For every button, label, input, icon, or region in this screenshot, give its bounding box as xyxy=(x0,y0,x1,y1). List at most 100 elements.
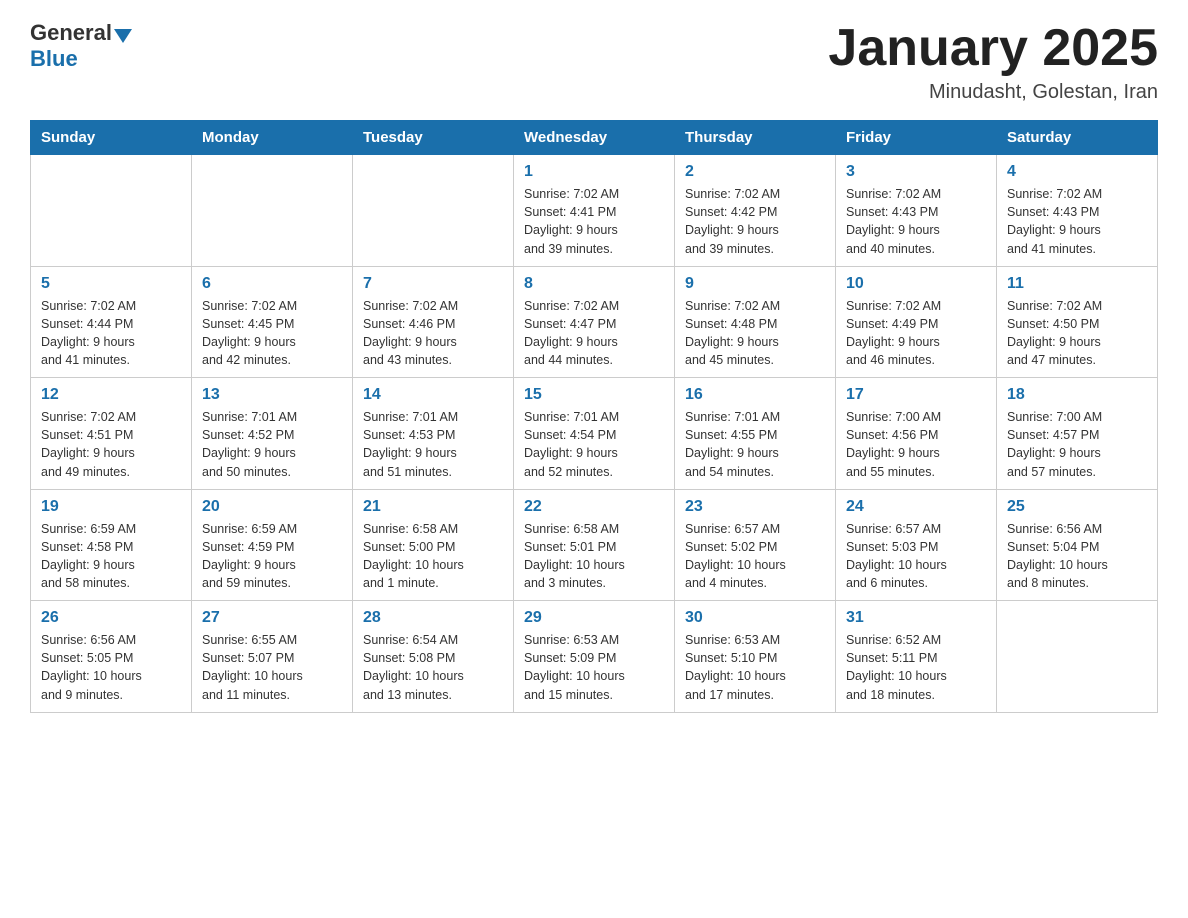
day-info: Sunrise: 7:02 AMSunset: 4:44 PMDaylight:… xyxy=(41,297,181,370)
day-info: Sunrise: 7:02 AMSunset: 4:41 PMDaylight:… xyxy=(524,185,664,258)
calendar-cell: 31 Sunrise: 6:52 AMSunset: 5:11 PMDayligh… xyxy=(836,601,997,713)
day-info: Sunrise: 7:02 AMSunset: 4:46 PMDaylight:… xyxy=(363,297,503,370)
day-info: Sunrise: 6:52 AMSunset: 5:11 PMDaylight:… xyxy=(846,631,986,704)
calendar-cell xyxy=(997,601,1158,713)
day-number: 8 xyxy=(524,275,664,293)
day-number: 21 xyxy=(363,498,503,516)
day-info: Sunrise: 6:59 AMSunset: 4:58 PMDaylight:… xyxy=(41,520,181,593)
calendar-cell: 3Sunrise: 7:02 AMSunset: 4:43 PMDaylight… xyxy=(836,155,997,267)
day-number: 29 xyxy=(524,609,664,627)
calendar-cell: 12Sunrise: 7:02 AMSunset: 4:51 PMDayligh… xyxy=(31,378,192,490)
calendar-cell: 11 Sunrise: 7:02 AMSunset: 4:50 PMDayligh… xyxy=(997,266,1158,378)
day-info: Sunrise: 7:00 AMSunset: 4:57 PMDaylight:… xyxy=(1007,408,1147,481)
day-info: Sunrise: 7:01 AMSunset: 4:54 PMDaylight:… xyxy=(524,408,664,481)
calendar-cell: 16Sunrise: 7:01 AMSunset: 4:55 PMDayligh… xyxy=(675,378,836,490)
logo-arrow-icon xyxy=(114,29,132,43)
calendar-cell: 2 Sunrise: 7:02 AMSunset: 4:42 PMDaylight… xyxy=(675,155,836,267)
calendar-cell: 10 Sunrise: 7:02 AMSunset: 4:49 PMDayligh… xyxy=(836,266,997,378)
calendar-cell xyxy=(192,155,353,267)
month-title: January 2025 xyxy=(828,20,1158,77)
day-info: Sunrise: 6:56 AMSunset: 5:04 PMDaylight:… xyxy=(1007,520,1147,593)
calendar-cell: 27Sunrise: 6:55 AMSunset: 5:07 PMDayligh… xyxy=(192,601,353,713)
calendar-cell: 17 Sunrise: 7:00 AMSunset: 4:56 PMDayligh… xyxy=(836,378,997,490)
day-info: Sunrise: 6:53 AMSunset: 5:09 PMDaylight:… xyxy=(524,631,664,704)
day-number: 25 xyxy=(1007,498,1147,516)
day-number: 16 xyxy=(685,386,825,404)
day-number: 11 xyxy=(1007,275,1147,293)
calendar-cell: 7 Sunrise: 7:02 AMSunset: 4:46 PMDaylight… xyxy=(353,266,514,378)
day-number: 17 xyxy=(846,386,986,404)
day-number: 5 xyxy=(41,275,181,293)
calendar-cell: 19 Sunrise: 6:59 AMSunset: 4:58 PMDayligh… xyxy=(31,489,192,601)
day-number: 4 xyxy=(1007,163,1147,181)
calendar-cell: 24 Sunrise: 6:57 AMSunset: 5:03 PMDayligh… xyxy=(836,489,997,601)
day-info: Sunrise: 6:59 AMSunset: 4:59 PMDaylight:… xyxy=(202,520,342,593)
calendar-table: SundayMondayTuesdayWednesdayThursdayFrid… xyxy=(30,120,1158,713)
calendar-cell: 9 Sunrise: 7:02 AMSunset: 4:48 PMDaylight… xyxy=(675,266,836,378)
calendar-cell xyxy=(31,155,192,267)
day-number: 28 xyxy=(363,609,503,627)
title-area: January 2025 Minudasht, Golestan, Iran xyxy=(828,20,1158,104)
day-number: 19 xyxy=(41,498,181,516)
calendar-cell: 25 Sunrise: 6:56 AMSunset: 5:04 PMDayligh… xyxy=(997,489,1158,601)
day-header-monday: Monday xyxy=(192,121,353,155)
day-info: Sunrise: 7:01 AMSunset: 4:52 PMDaylight:… xyxy=(202,408,342,481)
calendar-cell: 20Sunrise: 6:59 AMSunset: 4:59 PMDayligh… xyxy=(192,489,353,601)
day-header-saturday: Saturday xyxy=(997,121,1158,155)
calendar-cell: 21 Sunrise: 6:58 AMSunset: 5:00 PMDayligh… xyxy=(353,489,514,601)
day-info: Sunrise: 7:02 AMSunset: 4:43 PMDaylight:… xyxy=(846,185,986,258)
logo-general-text: General xyxy=(30,20,112,46)
logo-blue-text: Blue xyxy=(30,46,78,72)
day-info: Sunrise: 7:00 AMSunset: 4:56 PMDaylight:… xyxy=(846,408,986,481)
day-number: 1 xyxy=(524,163,664,181)
day-info: Sunrise: 6:57 AMSunset: 5:03 PMDaylight:… xyxy=(846,520,986,593)
day-info: Sunrise: 6:55 AMSunset: 5:07 PMDaylight:… xyxy=(202,631,342,704)
day-number: 24 xyxy=(846,498,986,516)
calendar-cell: 26 Sunrise: 6:56 AMSunset: 5:05 PMDayligh… xyxy=(31,601,192,713)
calendar-header-row: SundayMondayTuesdayWednesdayThursdayFrid… xyxy=(31,121,1158,155)
calendar-cell: 1 Sunrise: 7:02 AMSunset: 4:41 PMDaylight… xyxy=(514,155,675,267)
logo: General Blue xyxy=(30,20,132,72)
day-header-tuesday: Tuesday xyxy=(353,121,514,155)
day-number: 31 xyxy=(846,609,986,627)
day-number: 22 xyxy=(524,498,664,516)
day-number: 10 xyxy=(846,275,986,293)
day-info: Sunrise: 6:57 AMSunset: 5:02 PMDaylight:… xyxy=(685,520,825,593)
day-info: Sunrise: 6:58 AMSunset: 5:01 PMDaylight:… xyxy=(524,520,664,593)
calendar-cell: 29 Sunrise: 6:53 AMSunset: 5:09 PMDayligh… xyxy=(514,601,675,713)
day-info: Sunrise: 6:58 AMSunset: 5:00 PMDaylight:… xyxy=(363,520,503,593)
day-number: 9 xyxy=(685,275,825,293)
day-header-friday: Friday xyxy=(836,121,997,155)
day-number: 2 xyxy=(685,163,825,181)
day-number: 13 xyxy=(202,386,342,404)
day-header-sunday: Sunday xyxy=(31,121,192,155)
day-info: Sunrise: 7:01 AMSunset: 4:53 PMDaylight:… xyxy=(363,408,503,481)
calendar-cell: 23Sunrise: 6:57 AMSunset: 5:02 PMDayligh… xyxy=(675,489,836,601)
day-number: 30 xyxy=(685,609,825,627)
day-number: 26 xyxy=(41,609,181,627)
day-info: Sunrise: 7:02 AMSunset: 4:48 PMDaylight:… xyxy=(685,297,825,370)
calendar-cell: 15Sunrise: 7:01 AMSunset: 4:54 PMDayligh… xyxy=(514,378,675,490)
calendar-cell: 14 Sunrise: 7:01 AMSunset: 4:53 PMDayligh… xyxy=(353,378,514,490)
day-info: Sunrise: 7:02 AMSunset: 4:42 PMDaylight:… xyxy=(685,185,825,258)
day-number: 6 xyxy=(202,275,342,293)
calendar-week-row: 19 Sunrise: 6:59 AMSunset: 4:58 PMDayligh… xyxy=(31,489,1158,601)
calendar-cell: 18 Sunrise: 7:00 AMSunset: 4:57 PMDayligh… xyxy=(997,378,1158,490)
day-number: 7 xyxy=(363,275,503,293)
day-number: 12 xyxy=(41,386,181,404)
calendar-cell xyxy=(353,155,514,267)
day-info: Sunrise: 7:02 AMSunset: 4:50 PMDaylight:… xyxy=(1007,297,1147,370)
location-subtitle: Minudasht, Golestan, Iran xyxy=(828,81,1158,104)
day-info: Sunrise: 6:54 AMSunset: 5:08 PMDaylight:… xyxy=(363,631,503,704)
day-info: Sunrise: 6:56 AMSunset: 5:05 PMDaylight:… xyxy=(41,631,181,704)
day-info: Sunrise: 7:02 AMSunset: 4:47 PMDaylight:… xyxy=(524,297,664,370)
calendar-cell: 5 Sunrise: 7:02 AMSunset: 4:44 PMDaylight… xyxy=(31,266,192,378)
day-number: 18 xyxy=(1007,386,1147,404)
day-info: Sunrise: 7:02 AMSunset: 4:49 PMDaylight:… xyxy=(846,297,986,370)
calendar-week-row: 5 Sunrise: 7:02 AMSunset: 4:44 PMDaylight… xyxy=(31,266,1158,378)
calendar-week-row: 1 Sunrise: 7:02 AMSunset: 4:41 PMDaylight… xyxy=(31,155,1158,267)
calendar-cell: 4 Sunrise: 7:02 AMSunset: 4:43 PMDaylight… xyxy=(997,155,1158,267)
page-header: General Blue January 2025 Minudasht, Gol… xyxy=(30,20,1158,104)
day-info: Sunrise: 7:02 AMSunset: 4:43 PMDaylight:… xyxy=(1007,185,1147,258)
day-number: 14 xyxy=(363,386,503,404)
